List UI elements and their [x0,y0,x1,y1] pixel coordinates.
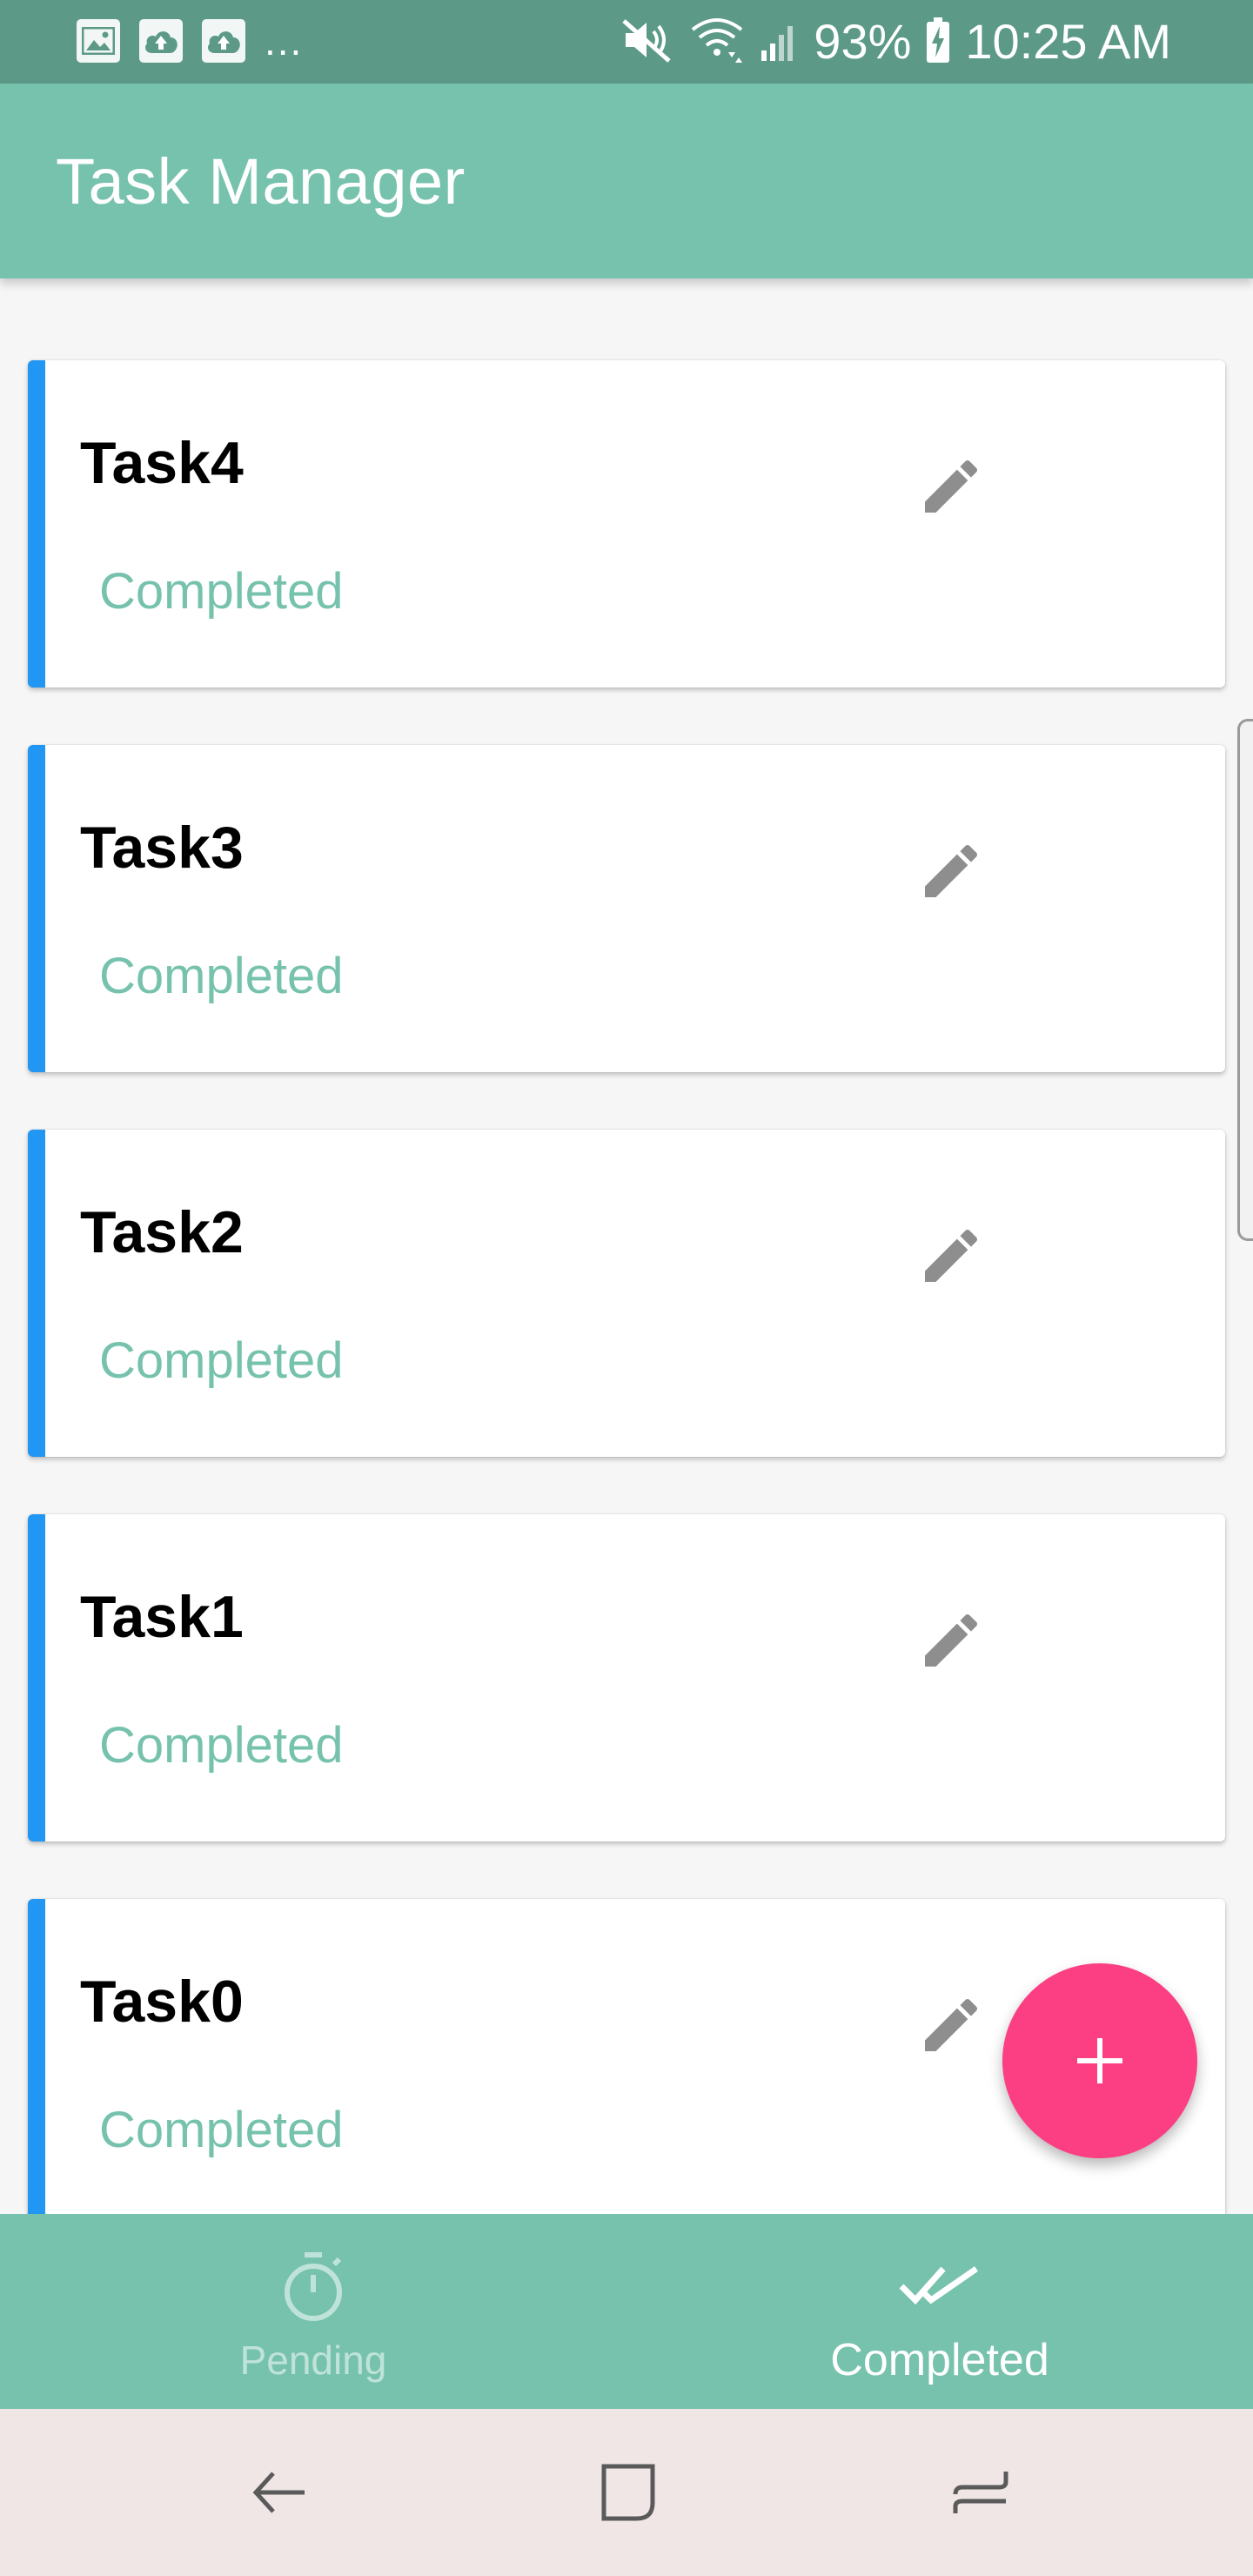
card-accent-bar [28,1899,45,2214]
task-card[interactable]: Task2 Completed [28,1130,1225,1457]
card-accent-bar [28,360,45,688]
clock: 10:25 AM [965,14,1171,69]
pencil-icon [925,1998,978,2051]
home-icon [601,2464,655,2521]
card-accent-bar [28,1514,45,1841]
double-check-icon [892,2238,988,2334]
tab-pending[interactable]: Pending [0,2214,626,2409]
cloud-upload-icon [139,19,183,63]
recents-icon [953,2472,1008,2513]
task-status: Completed [99,948,344,1004]
task-title: Task1 [80,1584,244,1650]
pencil-icon [925,1229,978,1282]
card-accent-bar [28,1130,45,1457]
battery-percent: 93% [814,14,912,69]
more-notifications-indicator: ... [265,18,304,64]
task-list[interactable]: Task4 Completed Task3 Completed Task2 Co… [0,278,1253,2214]
system-navigation-bar [0,2409,1253,2576]
task-status: Completed [99,1332,344,1389]
cloud-upload-icon [202,19,245,63]
status-bar: ... 93% 10:25 AM [0,0,1253,84]
plus-icon [1077,2038,1122,2083]
stopwatch-icon [265,2238,361,2334]
pencil-icon [925,1613,978,1667]
task-status: Completed [99,563,344,620]
tab-label: Pending [239,2338,387,2383]
add-task-button[interactable] [1002,1963,1197,2158]
page-title: Task Manager [56,145,466,218]
tab-completed[interactable]: Completed [626,2214,1253,2409]
app-screen: ... 93% 10:25 AM Task Manager Task4 Comp… [0,0,1253,2576]
back-button[interactable] [235,2449,322,2536]
edit-task-button[interactable] [903,1208,999,1304]
edit-task-button[interactable] [903,1593,999,1688]
mute-icon [620,16,676,69]
task-card[interactable]: Task4 Completed [28,360,1225,688]
task-title: Task3 [80,815,244,881]
battery-charging-icon [925,16,951,69]
wifi-icon [690,16,744,69]
pencil-icon [925,460,978,513]
system-status: 93% 10:25 AM [620,12,1171,71]
edit-task-button[interactable] [903,439,999,534]
edit-task-button[interactable] [903,1977,999,2073]
back-icon [252,2472,305,2513]
notification-icons: ... [77,19,303,63]
edge-panel-handle[interactable] [1237,719,1253,1241]
image-icon [77,19,120,63]
home-button[interactable] [585,2449,672,2536]
card-accent-bar [28,745,45,1072]
task-title: Task4 [80,430,244,496]
recents-button[interactable] [936,2449,1023,2536]
task-card[interactable]: Task3 Completed [28,745,1225,1072]
task-title: Task0 [80,1969,244,2035]
task-title: Task2 [80,1199,244,1265]
task-card[interactable]: Task1 Completed [28,1514,1225,1841]
pencil-icon [925,844,978,897]
bottom-navigation: Pending Completed [0,2214,1253,2409]
task-status: Completed [99,1717,344,1774]
signal-icon [758,16,800,69]
edit-task-button[interactable] [903,823,999,919]
task-status: Completed [99,2102,344,2158]
app-bar: Task Manager [0,84,1253,278]
tab-label: Completed [830,2335,1049,2385]
